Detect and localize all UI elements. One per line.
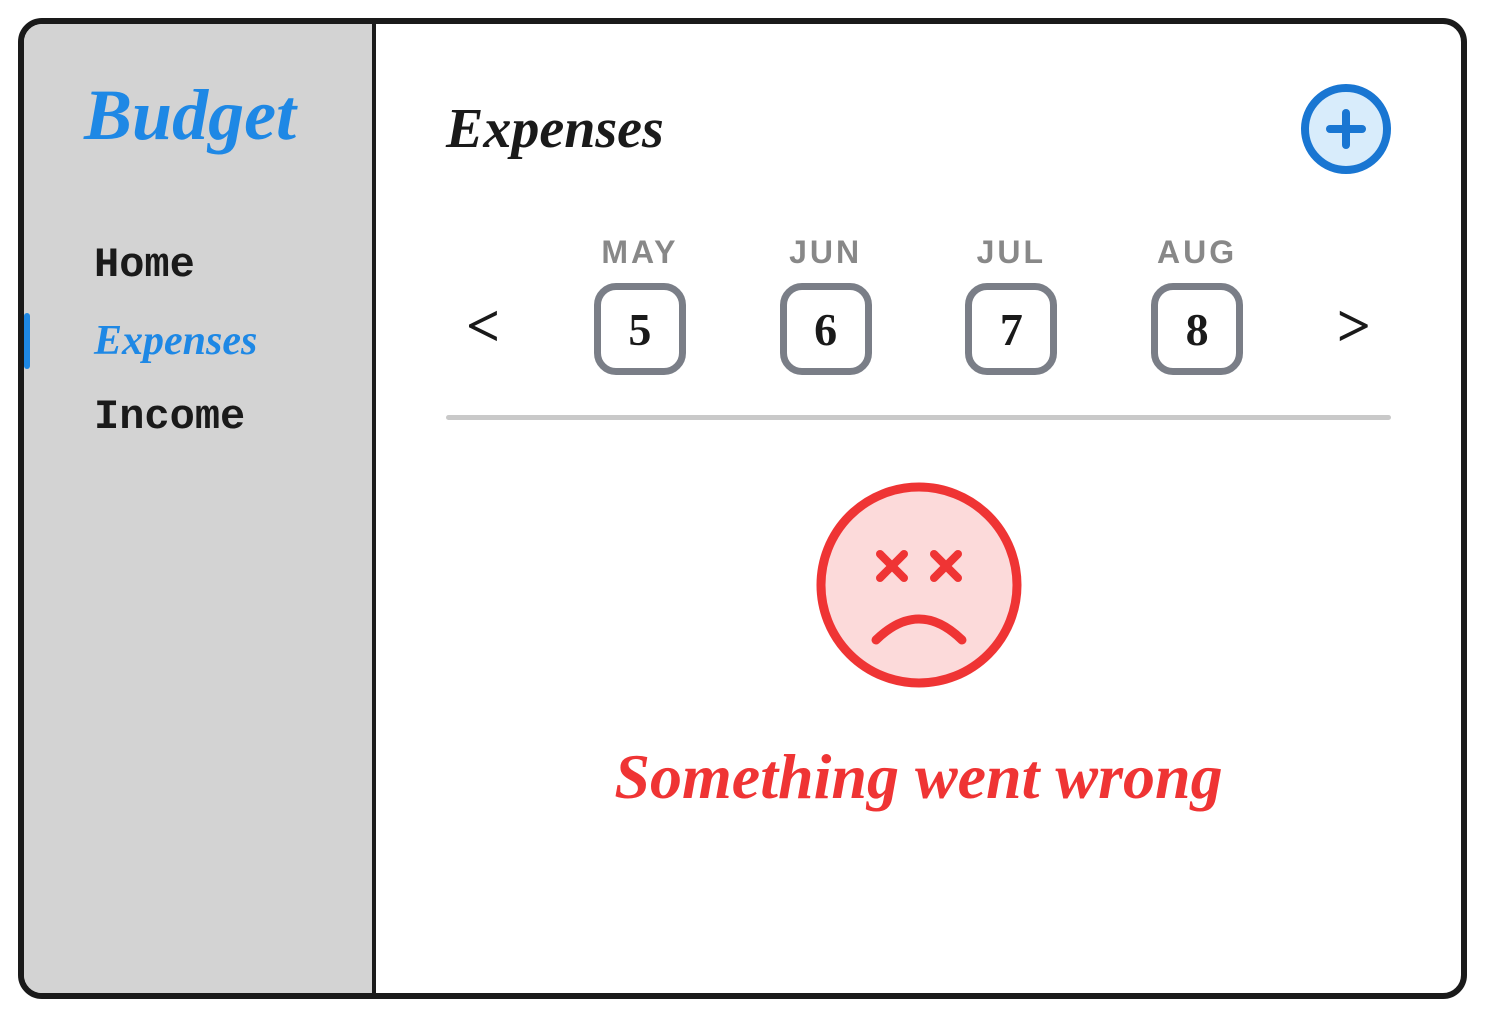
date-item-aug[interactable]: AUG 8 — [1151, 234, 1243, 375]
app-window: Budget Home Expenses Income Expenses < M… — [18, 18, 1467, 999]
add-button[interactable] — [1301, 84, 1391, 174]
prev-button[interactable]: < — [466, 292, 500, 375]
date-selector: < MAY 5 JUN 6 JUL 7 AUG 8 > — [446, 234, 1391, 415]
main-content: Expenses < MAY 5 JUN 6 JUL 7 — [376, 24, 1461, 993]
date-item-may[interactable]: MAY 5 — [594, 234, 686, 375]
error-state: Something went wrong — [446, 460, 1391, 953]
sidebar-item-home[interactable]: Home — [64, 227, 352, 303]
sidebar-item-income[interactable]: Income — [64, 379, 352, 455]
sidebar-item-expenses[interactable]: Expenses — [64, 303, 352, 379]
date-day-box: 7 — [965, 283, 1057, 375]
date-day-box: 6 — [780, 283, 872, 375]
date-item-jun[interactable]: JUN 6 — [780, 234, 872, 375]
date-month-label: JUN — [789, 234, 862, 271]
date-day-box: 5 — [594, 283, 686, 375]
date-item-jul[interactable]: JUL 7 — [965, 234, 1057, 375]
nav-list: Home Expenses Income — [64, 227, 352, 455]
page-header: Expenses — [446, 84, 1391, 174]
date-month-label: AUG — [1157, 234, 1237, 271]
divider — [446, 415, 1391, 420]
sad-face-icon — [814, 480, 1024, 690]
plus-icon — [1322, 105, 1370, 153]
page-title: Expenses — [446, 97, 664, 161]
app-title: Budget — [64, 74, 352, 157]
error-message: Something went wrong — [614, 740, 1222, 814]
date-day-box: 8 — [1151, 283, 1243, 375]
date-month-label: MAY — [601, 234, 678, 271]
date-month-label: JUL — [977, 234, 1046, 271]
sidebar: Budget Home Expenses Income — [24, 24, 376, 993]
next-button[interactable]: > — [1337, 292, 1371, 375]
